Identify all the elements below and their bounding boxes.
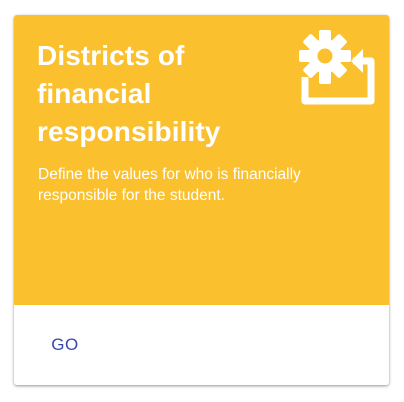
card-header: Districts of financial responsibility De… <box>14 15 389 305</box>
districts-financial-responsibility-card: Districts of financial responsibility De… <box>14 15 389 385</box>
card-description: Define the values for who is financially… <box>38 166 301 204</box>
go-button[interactable]: GO <box>36 325 94 365</box>
card-title: Districts of financial responsibility <box>37 40 221 147</box>
settings-gear-return-icon <box>299 30 375 105</box>
